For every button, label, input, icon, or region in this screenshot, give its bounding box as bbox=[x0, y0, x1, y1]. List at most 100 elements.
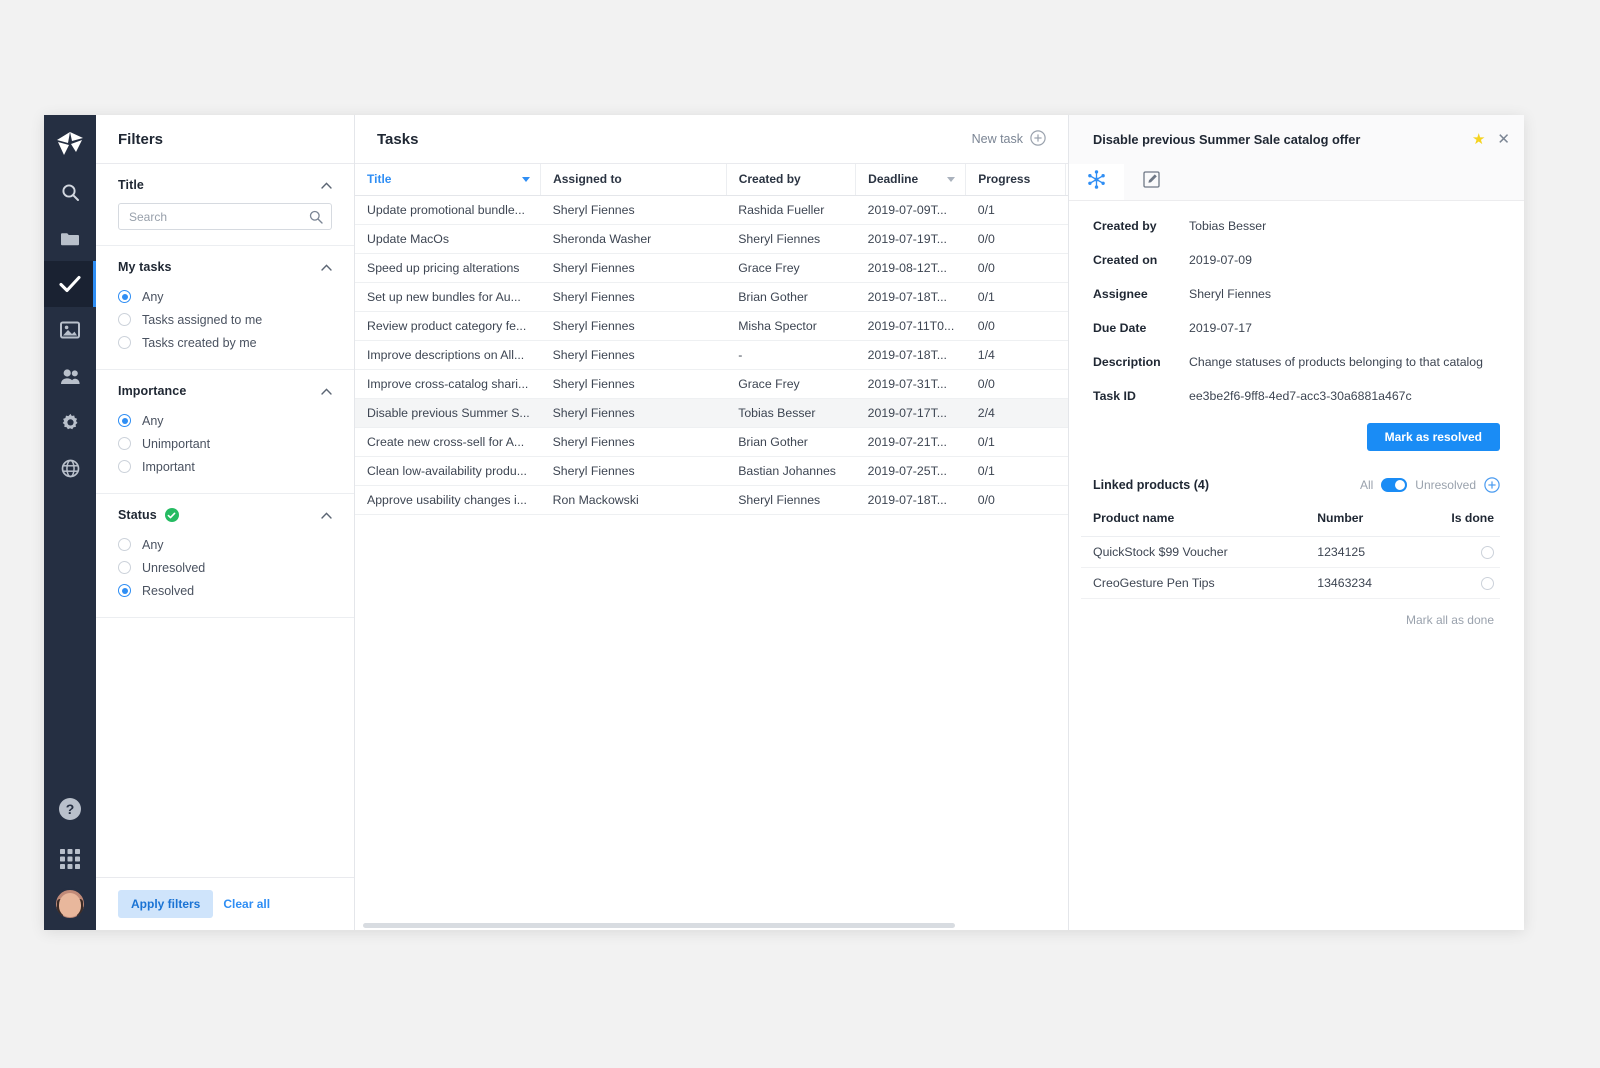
table-row[interactable]: Approve usability changes i... Ron Macko… bbox=[355, 485, 1068, 515]
page-title: Tasks bbox=[377, 130, 419, 148]
detail-body: Created by Tobias Besser Created on 2019… bbox=[1069, 201, 1524, 930]
tab-notes[interactable] bbox=[1124, 164, 1179, 200]
cell-assigned: Sheryl Fiennes bbox=[540, 456, 727, 486]
filter-group-importance: Importance Any Unimportant Important bbox=[96, 370, 354, 494]
radio-label: Tasks assigned to me bbox=[142, 312, 263, 327]
radio-status-any[interactable]: Any bbox=[118, 533, 332, 556]
cell-created: Grace Frey bbox=[726, 253, 856, 283]
cell-status: Unresolv bbox=[1065, 253, 1068, 283]
sidebar-item-media[interactable] bbox=[44, 307, 96, 353]
cell-product-name: QuickStock $99 Voucher bbox=[1081, 536, 1306, 568]
field-description: Description Change statuses of products … bbox=[1081, 355, 1500, 369]
field-label: Created on bbox=[1093, 253, 1158, 267]
table-row[interactable]: Review product category fe... Sheryl Fie… bbox=[355, 311, 1068, 341]
chevron-up-icon[interactable] bbox=[321, 181, 332, 189]
cell-progress: 0/1 bbox=[965, 427, 1065, 457]
field-value: Sheryl Fiennes bbox=[1189, 287, 1272, 301]
radio-my-tasks-assigned[interactable]: Tasks assigned to me bbox=[118, 308, 332, 331]
linked-products-header: Linked products (4) All Unresolved bbox=[1081, 477, 1500, 493]
table-row[interactable]: Improve cross-catalog shari... Sheryl Fi… bbox=[355, 369, 1068, 399]
chevron-up-icon[interactable] bbox=[321, 387, 332, 395]
sidebar-item-tasks[interactable] bbox=[44, 261, 96, 307]
clear-all-button[interactable]: Clear all bbox=[223, 897, 270, 911]
column-header-progress[interactable]: Progress bbox=[965, 164, 1066, 196]
column-header-status[interactable]: Status bbox=[1065, 164, 1068, 196]
sidebar-item-folders[interactable] bbox=[44, 215, 96, 261]
sidebar-item-help[interactable]: ? bbox=[44, 790, 96, 836]
table-row[interactable]: Set up new bundles for Au... Sheryl Fien… bbox=[355, 282, 1068, 312]
table-row[interactable]: Create new cross-sell for A... Sheryl Fi… bbox=[355, 427, 1068, 457]
star-icon[interactable]: ★ bbox=[1472, 132, 1485, 147]
filters-body: Title My tasks bbox=[96, 164, 354, 877]
field-value: Tobias Besser bbox=[1189, 219, 1267, 233]
column-label: Created by bbox=[738, 172, 801, 187]
radio-indicator bbox=[118, 336, 131, 349]
radio-status-resolved[interactable]: Resolved bbox=[118, 579, 332, 602]
chevron-up-icon[interactable] bbox=[321, 263, 332, 271]
field-label: Assignee bbox=[1093, 287, 1148, 301]
radio-my-tasks-created[interactable]: Tasks created by me bbox=[118, 331, 332, 354]
sidebar-item-settings[interactable] bbox=[44, 399, 96, 445]
table-row[interactable]: Disable previous Summer S... Sheryl Fien… bbox=[355, 398, 1068, 428]
table-row[interactable]: Improve descriptions on All... Sheryl Fi… bbox=[355, 340, 1068, 370]
cell-created: Grace Frey bbox=[726, 369, 856, 399]
column-label: Progress bbox=[978, 172, 1031, 187]
field-label: Due Date bbox=[1093, 321, 1147, 335]
new-task-button[interactable]: New task bbox=[972, 129, 1046, 149]
app-logo[interactable] bbox=[44, 119, 96, 169]
tasks-table-body: Update promotional bundle... Sheryl Fien… bbox=[355, 195, 1068, 515]
radio-label: Any bbox=[142, 413, 164, 428]
cell-created: Bastian Johannes bbox=[726, 456, 856, 486]
table-row[interactable]: Speed up pricing alterations Sheryl Fien… bbox=[355, 253, 1068, 283]
search-icon[interactable] bbox=[309, 210, 323, 224]
cell-assigned: Ron Mackowski bbox=[540, 485, 727, 515]
list-item[interactable]: QuickStock $99 Voucher 1234125 bbox=[1081, 536, 1500, 568]
table-row[interactable]: Clean low-availability produ... Sheryl F… bbox=[355, 456, 1068, 486]
column-header-deadline[interactable]: Deadline bbox=[855, 164, 967, 196]
close-icon[interactable]: ✕ bbox=[1497, 132, 1510, 147]
linked-products-controls: All Unresolved bbox=[1360, 477, 1500, 493]
column-label: Deadline bbox=[868, 172, 919, 187]
column-header-assigned-to[interactable]: Assigned to bbox=[540, 164, 727, 196]
radio-my-tasks-any[interactable]: Any bbox=[118, 285, 332, 308]
radio-importance-any[interactable]: Any bbox=[118, 409, 332, 432]
sidebar-item-apps[interactable] bbox=[44, 836, 96, 882]
plus-circle-icon[interactable] bbox=[1484, 477, 1500, 493]
sidebar-item-search[interactable] bbox=[44, 169, 96, 215]
avatar[interactable] bbox=[54, 888, 86, 920]
cell-status: Unresolv bbox=[1065, 195, 1068, 225]
cell-progress: 0/1 bbox=[965, 456, 1065, 486]
radio-label: Unimportant bbox=[142, 436, 211, 451]
search-box[interactable] bbox=[118, 203, 332, 230]
horizontal-scrollbar[interactable] bbox=[363, 923, 955, 928]
chevron-up-icon[interactable] bbox=[321, 511, 332, 519]
field-created-by: Created by Tobias Besser bbox=[1081, 219, 1500, 233]
sidebar-item-globe[interactable] bbox=[44, 445, 96, 491]
tasks-table-wrap: Title Assigned to Created by Deadline Pr… bbox=[355, 164, 1068, 930]
column-header-title[interactable]: Title bbox=[355, 164, 542, 196]
cell-created: Misha Spector bbox=[726, 311, 856, 341]
field-assignee: Assignee Sheryl Fiennes bbox=[1081, 287, 1500, 301]
detail-header-actions: ★ ✕ bbox=[1472, 132, 1510, 147]
radio-status-unresolved[interactable]: Unresolved bbox=[118, 556, 332, 579]
search-input[interactable] bbox=[119, 209, 331, 224]
filter-group-status-head: Status bbox=[118, 508, 332, 522]
users-icon bbox=[60, 368, 81, 385]
mark-all-as-done-link[interactable]: Mark all as done bbox=[1081, 599, 1500, 627]
tab-relations[interactable] bbox=[1069, 164, 1124, 200]
sidebar-item-users[interactable] bbox=[44, 353, 96, 399]
radio-label: Unresolved bbox=[142, 560, 206, 575]
column-header-created-by[interactable]: Created by bbox=[726, 164, 857, 196]
mark-as-resolved-button[interactable]: Mark as resolved bbox=[1366, 423, 1500, 451]
radio-importance-unimportant[interactable]: Unimportant bbox=[118, 432, 332, 455]
apply-filters-button[interactable]: Apply filters bbox=[118, 890, 214, 918]
radio-importance-important[interactable]: Important bbox=[118, 455, 332, 478]
table-row[interactable]: Update MacOs Sheronda Washer Sheryl Fien… bbox=[355, 224, 1068, 254]
table-row[interactable]: Update promotional bundle... Sheryl Fien… bbox=[355, 195, 1068, 225]
cell-deadline: 2019-08-12T... bbox=[855, 253, 966, 283]
done-toggle-circle[interactable] bbox=[1481, 546, 1494, 560]
detail-header: Disable previous Summer Sale catalog off… bbox=[1069, 115, 1524, 164]
list-item[interactable]: CreoGesture Pen Tips 13463234 bbox=[1081, 567, 1500, 599]
all-unresolved-toggle[interactable] bbox=[1381, 478, 1408, 492]
done-toggle-circle[interactable] bbox=[1481, 577, 1494, 591]
